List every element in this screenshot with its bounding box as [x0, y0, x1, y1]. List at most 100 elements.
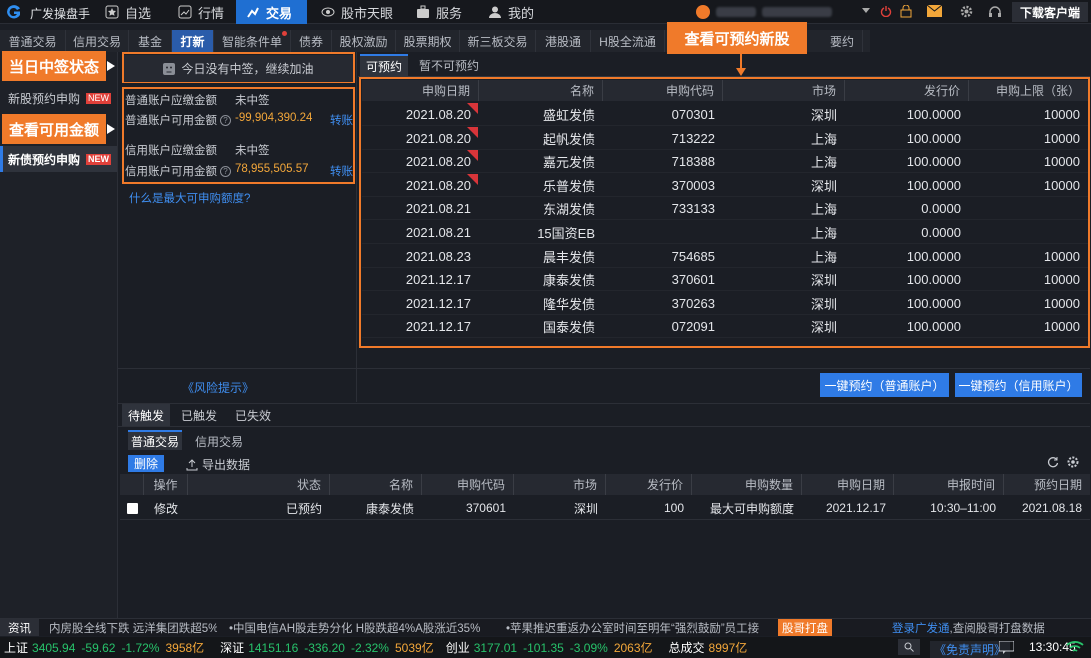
chevron-down-icon[interactable]: [861, 7, 871, 15]
new-badge: NEW: [86, 153, 112, 165]
mail-icon[interactable]: [927, 5, 942, 17]
reserve-credit-button[interactable]: 一键预约（信用账户）: [955, 373, 1082, 397]
gear-icon[interactable]: [960, 5, 973, 18]
col-b-qty[interactable]: 申购数量: [692, 474, 802, 495]
tab-reservable[interactable]: 可预约: [360, 54, 408, 76]
cell-limit: [969, 197, 1088, 220]
search-icon[interactable]: [898, 639, 920, 655]
nav-mine[interactable]: 我的: [478, 0, 546, 24]
sh-value: 3405.94: [32, 640, 76, 655]
col-b-market[interactable]: 市场: [514, 474, 606, 495]
col-b-reserve[interactable]: 预约日期: [1004, 474, 1090, 495]
ticker-item[interactable]: 内房股全线下跌 远洋集团跌超5%: [49, 620, 217, 636]
cell-market: 深圳: [810, 178, 837, 194]
cell-limit: 10000: [1043, 272, 1080, 288]
max-amount-link[interactable]: 什么是最大可申购额度?: [129, 190, 250, 206]
nav-watchlist[interactable]: 自选: [95, 0, 163, 24]
ticker-item[interactable]: •苹果推迟重返办公室时间至明年“强烈鼓励”员工接: [506, 620, 774, 636]
callout-arrow-down-icon: [736, 68, 746, 76]
nav-market[interactable]: 行情: [168, 0, 236, 24]
col-b-time[interactable]: 申报时间: [894, 474, 1004, 495]
col-market[interactable]: 市场: [723, 80, 845, 101]
nav-label: 股市天眼: [341, 5, 394, 21]
nav-service[interactable]: 服务: [406, 0, 474, 24]
tab-stock-options[interactable]: 股票期权: [396, 30, 460, 52]
stock-brother-badge[interactable]: 股哥打盘: [778, 619, 832, 636]
nav-skyeye[interactable]: 股市天眼: [311, 0, 405, 24]
col-limit[interactable]: 申购上限（张）: [969, 80, 1088, 101]
col-b-name[interactable]: 名称: [330, 474, 422, 495]
tab-pending[interactable]: 待触发: [122, 404, 170, 426]
tab-h-share[interactable]: H股全流通: [591, 30, 665, 52]
export-button[interactable]: 导出数据: [186, 456, 250, 473]
settings-gear-icon[interactable]: [1067, 456, 1079, 468]
cell-limit: 10000: [1043, 319, 1080, 335]
disclaimer-link[interactable]: 《免责声明》: [930, 641, 1011, 658]
tab-neeq-trade[interactable]: 新三板交易: [460, 30, 536, 52]
cell-date: 2021.08.20: [405, 177, 471, 193]
cell-date: 2021.08.20: [405, 130, 471, 146]
tab-credit-trade[interactable]: 信用交易: [66, 30, 129, 52]
total-label: 总成交: [668, 641, 705, 655]
col-b-code[interactable]: 申购代码: [422, 474, 514, 495]
tab-bottom-credit[interactable]: 信用交易: [195, 433, 243, 450]
panel-divider: [356, 52, 357, 402]
col-b-price[interactable]: 发行价: [606, 474, 692, 495]
cell-name: 国泰发债: [542, 320, 595, 336]
account-selector[interactable]: [696, 3, 856, 21]
tab-equity-incentive[interactable]: 股权激励: [332, 30, 396, 52]
col-name[interactable]: 名称: [479, 80, 603, 101]
col-code[interactable]: 申购代码: [603, 80, 723, 101]
hot-tag-icon: [467, 173, 479, 186]
export-icon: [186, 458, 198, 471]
col-op[interactable]: 操作: [144, 474, 188, 495]
refresh-icon[interactable]: [1047, 456, 1059, 468]
tab-hk-connect[interactable]: 港股通: [536, 30, 591, 52]
cell-name: 起帆发债: [542, 131, 595, 147]
help-icon[interactable]: ?: [220, 165, 231, 177]
reserve-normal-button[interactable]: 一键预约（普通账户）: [820, 373, 949, 397]
download-client-button[interactable]: 下载客户端: [1012, 2, 1088, 22]
cy-amount: 2063亿: [613, 641, 653, 655]
hot-tag-icon: [467, 150, 479, 162]
message-icon[interactable]: [999, 641, 1014, 654]
row-checkbox[interactable]: [127, 503, 138, 514]
col-b-date[interactable]: 申购日期: [802, 474, 894, 495]
tab-bond[interactable]: 债券: [291, 30, 332, 52]
power-icon[interactable]: [880, 5, 892, 17]
sidebar-item-new-bond[interactable]: 新债预约申购 NEW: [0, 146, 117, 172]
col-date[interactable]: 申购日期: [362, 80, 479, 101]
tab-not-reservable[interactable]: 暂不可预约: [412, 54, 486, 76]
ticker-item[interactable]: •中国电信AH股走势分化 H股跌超4%A股涨近35%: [229, 620, 494, 636]
tab-bottom-normal[interactable]: 普通交易: [128, 430, 182, 450]
cell-date: 2021.08.20: [405, 107, 471, 122]
help-icon[interactable]: ?: [220, 114, 231, 126]
cell-date: 2021.08.21: [405, 225, 471, 240]
tab-triggered[interactable]: 已触发: [174, 404, 224, 426]
tab-tender-offer[interactable]: 要约: [805, 30, 863, 52]
col-price[interactable]: 发行价: [845, 80, 969, 101]
normal-transfer-link[interactable]: 转账: [330, 112, 353, 128]
col-status[interactable]: 状态: [188, 474, 330, 495]
nav-label: 我的: [508, 5, 535, 21]
tab-fund[interactable]: 基金: [129, 30, 172, 52]
credit-transfer-link[interactable]: 转账: [330, 163, 353, 179]
tab-smart-order[interactable]: 智能条件单: [214, 30, 291, 52]
lock-icon[interactable]: [900, 5, 912, 18]
cell-time: 10:30–11:00: [930, 501, 996, 515]
notification-dot: [282, 31, 287, 36]
nav-trade[interactable]: 交易: [236, 0, 307, 24]
login-link[interactable]: 登录广发通: [892, 620, 950, 636]
cy-value: 3177.01: [473, 640, 518, 655]
risk-link[interactable]: 《风险提示》: [182, 379, 254, 396]
headset-icon[interactable]: [988, 5, 1002, 18]
tab-expired[interactable]: 已失效: [228, 404, 278, 426]
delete-button[interactable]: 删除: [128, 455, 164, 472]
credit-due-value: 未中签: [235, 145, 270, 157]
modify-link[interactable]: 修改: [144, 498, 188, 518]
normal-due-value: 未中签: [235, 95, 270, 107]
tab-normal-trade[interactable]: 普通交易: [0, 30, 66, 52]
sidebar-item-new-stock[interactable]: 新股预约申购 NEW: [0, 85, 117, 111]
cell-code: 370601: [671, 272, 715, 288]
tab-ipo[interactable]: 打新: [172, 30, 214, 52]
